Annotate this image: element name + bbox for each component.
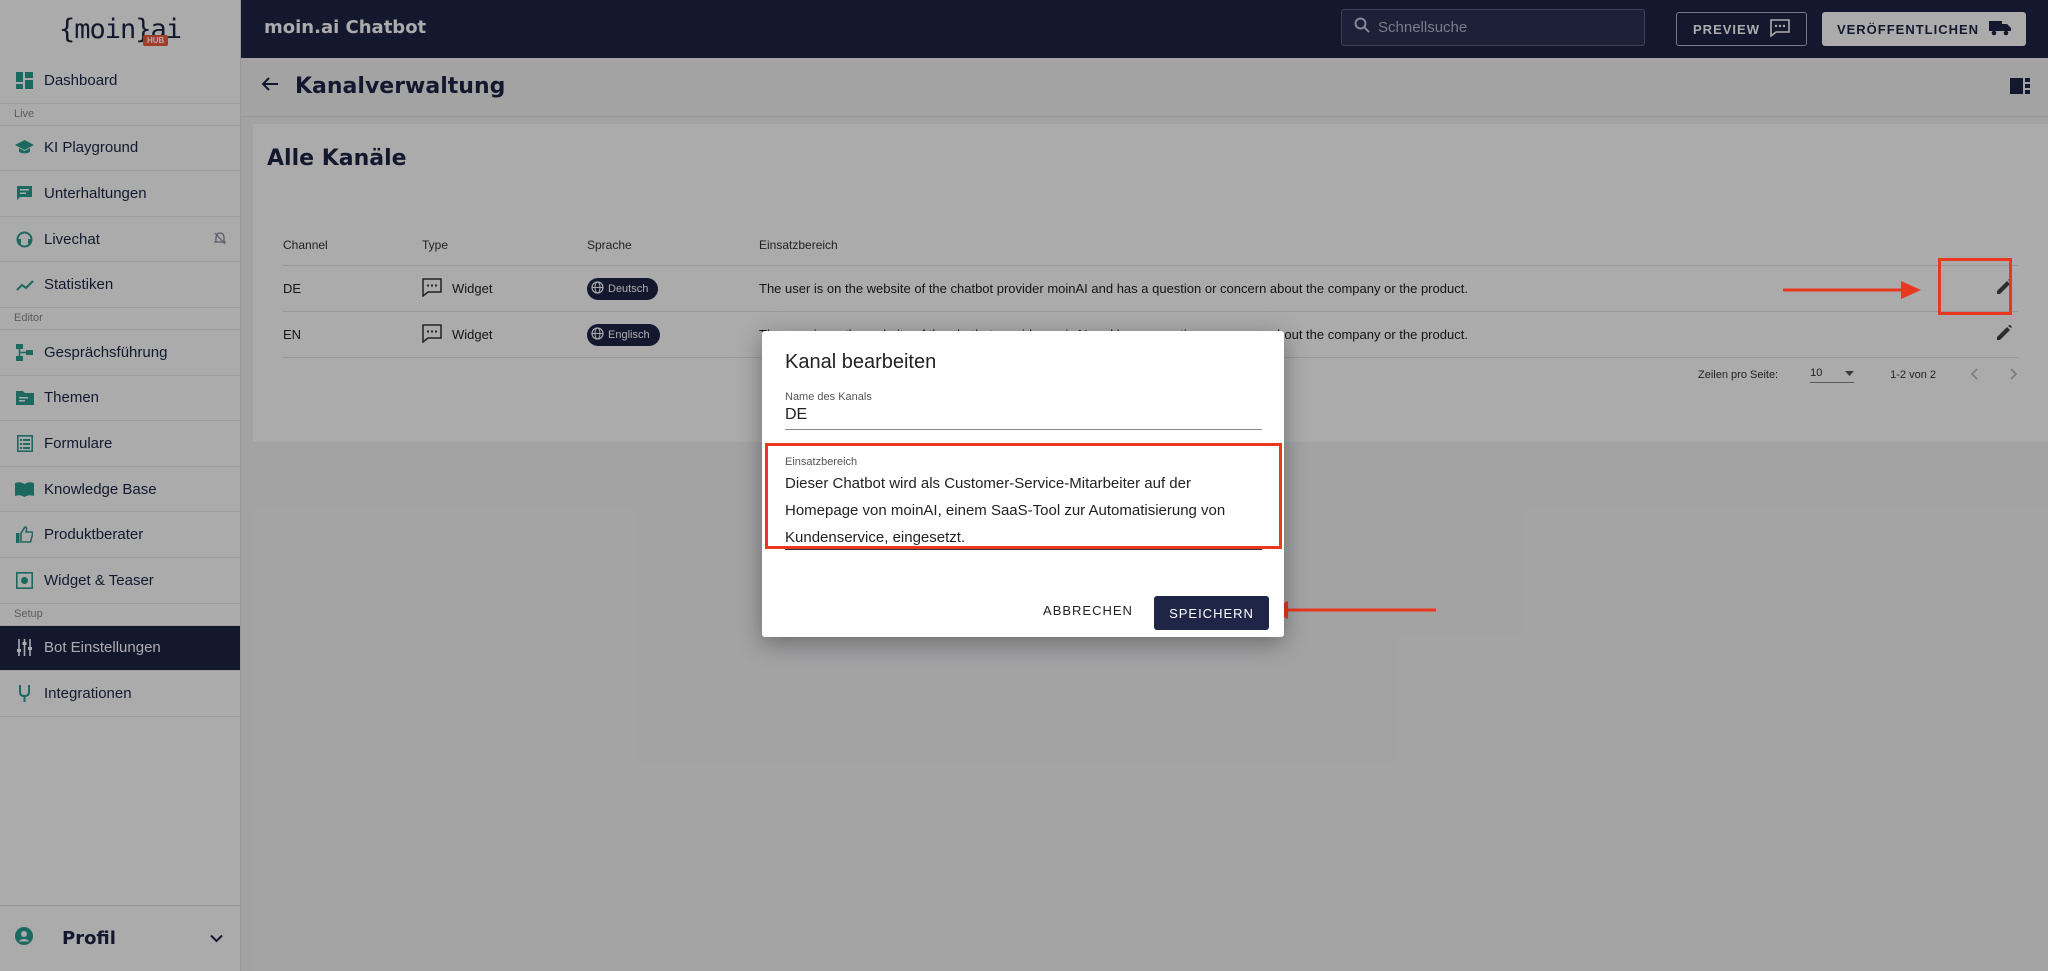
cancel-button[interactable]: ABBRECHEN xyxy=(1032,598,1144,622)
dialog-title: Kanal bearbeiten xyxy=(785,351,937,373)
save-button[interactable]: SPEICHERN xyxy=(1154,596,1269,630)
channel-name-input[interactable] xyxy=(785,406,1262,424)
channel-name-label: Name des Kanals xyxy=(785,391,872,403)
annotation-arrow-left-icon xyxy=(1268,601,1436,619)
annotation-highlight-box xyxy=(1938,258,2012,315)
edit-channel-dialog: Kanal bearbeiten Name des Kanals Einsatz… xyxy=(762,331,1284,637)
scope-textarea[interactable]: Dieser Chatbot wird als Customer-Service… xyxy=(785,470,1262,550)
channel-name-field[interactable]: Name des Kanals xyxy=(785,391,1262,430)
annotation-arrow-right-icon xyxy=(1783,281,1921,299)
scope-field[interactable]: Einsatzbereich Dieser Chatbot wird als C… xyxy=(765,443,1282,550)
scope-label: Einsatzbereich xyxy=(785,456,858,468)
